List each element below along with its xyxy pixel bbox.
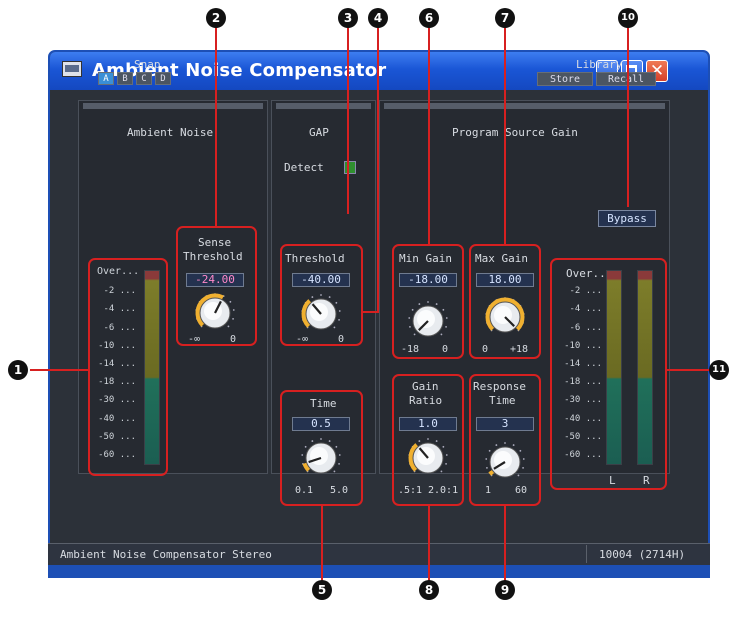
callout-10: 10 [618,8,638,28]
panel-header-bar [83,103,263,109]
callout-9-leader [504,506,506,582]
callout-2-leader [215,27,217,226]
callout-4: 4 [368,8,388,28]
ambient-meter-scale-label: -40 ... [98,413,136,424]
callout-7-leader [504,27,506,244]
ambient-meter-scale-label: -50 ... [98,431,136,442]
ambient-meter-scale-label: -10 ... [98,340,136,351]
callout-3-leader [347,27,349,214]
callout-5: 5 [312,580,332,600]
gap-title: GAP [309,126,329,139]
program-meter-scale-label: -14 ... [564,359,602,369]
callout-8-leader [428,506,430,582]
snap-a-button[interactable]: A [98,72,114,85]
highlight-time [280,390,363,506]
program-meter-scale-label: -30 ... [564,395,602,406]
program-meter-scale-label: -10 ... [564,340,602,351]
library-label: Library [576,58,623,71]
ambient-meter-scale-label: -6 ... [103,322,136,333]
callout-1: 1 [8,360,28,380]
program-meter-scale-label: -18 ... [564,377,602,388]
callout-8: 8 [419,580,439,600]
callout-3: 3 [338,8,358,28]
highlight-gain-ratio [392,374,464,506]
status-bar: Ambient Noise Compensator Stereo 10004 (… [48,543,710,567]
callout-1-leader [30,369,88,371]
panel-header-bar [384,103,665,109]
detect-label: Detect [284,161,324,174]
app-icon [62,61,82,77]
status-divider [586,545,587,563]
snap-c-button[interactable]: C [136,72,152,85]
program-meter-scale-label: -50 ... [564,431,602,442]
bypass-button[interactable]: Bypass [598,210,656,227]
highlight-max-gain [469,244,541,359]
callout-10-leader [627,27,629,207]
program-meter-scale-label: -40 ... [564,413,602,424]
detect-led [344,161,356,174]
highlight-sense-threshold [176,226,257,346]
snap-b-button[interactable]: B [117,72,133,85]
ambient-meter-scale-label: -14 ... [98,359,136,369]
status-device: Ambient Noise Compensator Stereo [60,548,272,561]
program-meter-scale-label: -60 ... [564,450,602,460]
ambient-meter-scale-label: -2 ... [103,286,136,297]
callout-6-leader [428,27,430,244]
callout-9: 9 [495,580,515,600]
store-button[interactable]: Store [537,72,593,86]
callout-4-leader [377,27,379,312]
callout-4-leader-h [363,311,379,313]
ambient-meter-scale-label: -18 ... [98,377,136,388]
highlight-min-gain [392,244,464,359]
panel-header-bar [276,103,371,109]
callout-7: 7 [495,8,515,28]
program-meter-scale-label: -4 ... [569,304,602,315]
window-bottom-border [48,567,710,578]
snap-label: Snap [134,58,161,71]
callout-2: 2 [206,8,226,28]
ambient-meter-scale-label: -60 ... [98,450,136,460]
callout-6: 6 [419,8,439,28]
program-meter-scale-label: -2 ... [569,286,602,297]
program-meter-scale-label: -6 ... [569,322,602,333]
recall-button[interactable]: Recall [596,72,656,86]
ambient-noise-title: Ambient Noise [127,126,214,139]
callout-5-leader [321,506,323,582]
status-id: 10004 (2714H) [599,548,686,561]
snap-d-button[interactable]: D [155,72,171,85]
highlight-response-time [469,374,541,506]
callout-11-leader [667,369,713,371]
program-source-gain-title: Program Source Gain [452,126,578,139]
ambient-meter-scale-label: -30 ... [98,395,136,406]
ambient-meter-scale-label: -4 ... [103,304,136,315]
callout-11: 11 [709,360,729,380]
highlight-threshold [280,244,363,346]
